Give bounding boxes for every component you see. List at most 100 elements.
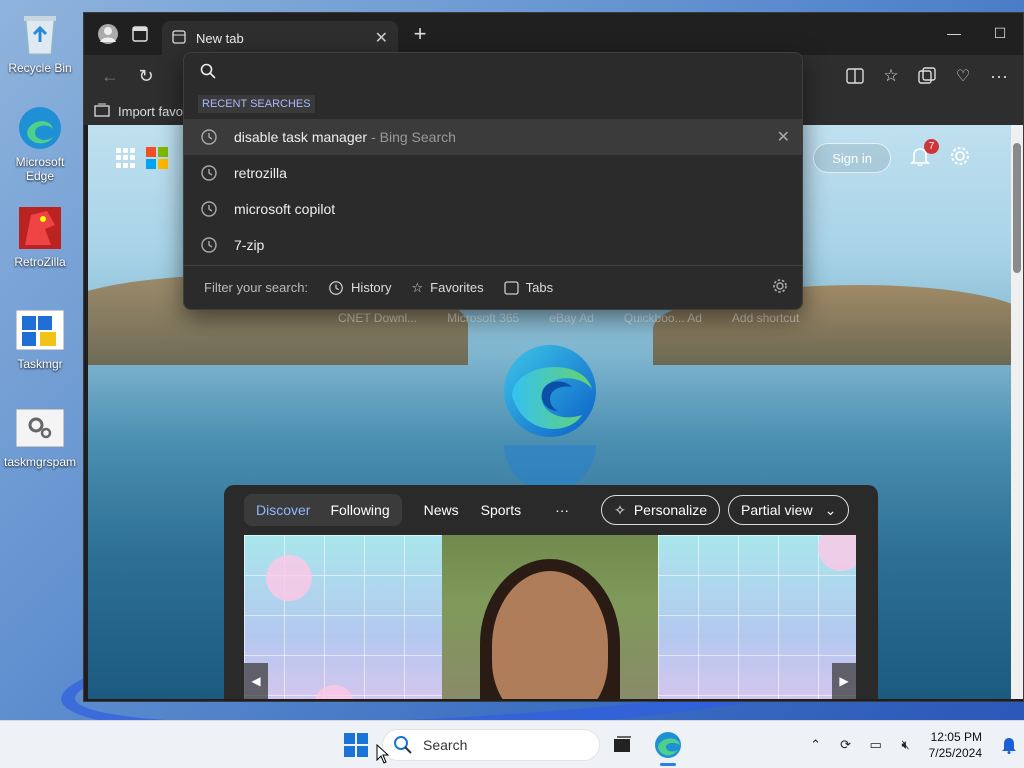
sign-in-button[interactable]: Sign in xyxy=(813,143,891,173)
task-view-icon[interactable] xyxy=(610,733,634,757)
recent-searches-header: RECENT SEARCHES xyxy=(198,95,315,113)
retrozilla-icon xyxy=(16,204,64,252)
page-settings-gear-icon[interactable] xyxy=(949,145,971,170)
filter-favorites[interactable]: ☆ Favorites xyxy=(412,280,484,296)
shortcut-row: CNET Downl... Microsoft 365 eBay Ad Quic… xyxy=(338,311,799,325)
sparkle-icon: ✧ xyxy=(614,501,626,518)
recent-search-text: disable task manager xyxy=(234,129,368,145)
desktop-icon-retrozilla[interactable]: RetroZilla xyxy=(4,204,76,269)
recycle-bin-icon xyxy=(16,10,64,58)
minimize-button[interactable]: — xyxy=(931,13,977,53)
workspaces-icon[interactable] xyxy=(124,18,156,50)
close-tab-icon[interactable]: ✕ xyxy=(375,28,388,48)
tab-new-tab[interactable]: New tab ✕ xyxy=(162,21,398,55)
new-tab-button[interactable]: + xyxy=(404,18,436,50)
mouse-cursor-icon xyxy=(376,744,390,764)
filter-history[interactable]: History xyxy=(328,280,392,296)
desktop-icon-edge[interactable]: Microsoft Edge xyxy=(4,104,76,183)
windows-start-icon[interactable] xyxy=(342,731,370,759)
shortcut-label[interactable]: Quickboo... Ad xyxy=(624,311,702,325)
recent-search-item[interactable]: retrozilla xyxy=(184,155,802,191)
feed-card-right[interactable] xyxy=(658,535,856,699)
tabs-icon xyxy=(503,280,519,295)
clock-time: 12:05 PM xyxy=(930,730,982,744)
star-icon: ☆ xyxy=(411,279,424,295)
recent-search-item[interactable]: disable task manager - Bing Search ✕ xyxy=(184,119,802,155)
back-icon[interactable]: ← xyxy=(92,60,128,92)
recent-search-item[interactable]: 7-zip xyxy=(184,227,802,263)
maximize-button[interactable]: ☐ xyxy=(977,13,1023,53)
page-scrollbar[interactable] xyxy=(1011,125,1023,699)
filter-label: Filter your search: xyxy=(204,280,309,295)
recent-search-text: microsoft copilot xyxy=(234,201,336,217)
address-input[interactable] xyxy=(226,64,766,80)
taskbar-edge-icon[interactable] xyxy=(654,731,682,759)
search-settings-gear-icon[interactable] xyxy=(772,278,788,297)
partial-view-label: Partial view xyxy=(740,502,813,518)
personalize-button[interactable]: ✧ Personalize xyxy=(601,495,720,525)
partial-view-dropdown[interactable]: Partial view ⌄ xyxy=(727,495,850,525)
tab-discover[interactable]: Discover xyxy=(246,496,320,524)
notification-badge: 7 xyxy=(924,139,939,154)
filter-favorites-label: Favorites xyxy=(430,280,484,295)
recent-search-text: 7-zip xyxy=(234,237,265,253)
search-icon xyxy=(394,736,412,754)
chevron-down-icon: ⌄ xyxy=(824,501,837,518)
recent-search-item[interactable]: microsoft copilot xyxy=(184,191,802,227)
desktop-icon-label: Recycle Bin xyxy=(8,61,72,75)
tab-sports[interactable]: Sports xyxy=(481,502,521,518)
shortcut-label[interactable]: Microsoft 365 xyxy=(447,311,519,325)
desktop-icon-recycle-bin[interactable]: Recycle Bin xyxy=(4,10,76,75)
taskbar-search-box[interactable]: Search xyxy=(382,729,600,761)
feed-card-photo[interactable] xyxy=(442,535,658,699)
feed-card-left[interactable] xyxy=(244,535,442,699)
carousel-prev-icon[interactable]: ◀ xyxy=(244,663,268,699)
browser-essentials-icon[interactable]: ♡ xyxy=(945,60,981,92)
more-menu-icon[interactable]: ··· xyxy=(981,60,1017,92)
scrollbar-thumb[interactable] xyxy=(1013,143,1021,273)
desktop-icon-label: RetroZilla xyxy=(14,255,66,269)
carousel-next-icon[interactable]: ▶ xyxy=(832,663,856,699)
history-icon xyxy=(201,237,217,253)
update-icon[interactable]: ⟳ xyxy=(831,737,861,753)
recent-search-source: - Bing Search xyxy=(371,129,456,145)
favorites-icon[interactable]: ☆ xyxy=(873,60,909,92)
feed-segment: Discover Following xyxy=(244,494,402,526)
collections-icon[interactable] xyxy=(909,60,945,92)
network-icon[interactable]: ▭ xyxy=(861,737,891,753)
remove-item-icon[interactable]: ✕ xyxy=(777,127,790,147)
feed-cards: ◀ ▶ xyxy=(244,535,856,699)
tab-bar: New tab ✕ + — ☐ xyxy=(84,13,1023,55)
edge-logo-icon xyxy=(504,345,596,437)
taskbar: Search ⌃ ⟳ ▭ 🔇︎ 12:05 PM 7/25/2024 xyxy=(0,720,1024,768)
import-icon xyxy=(94,103,110,120)
chevron-up-icon[interactable]: ⌃ xyxy=(801,737,831,753)
shortcut-label[interactable]: CNET Downl... xyxy=(338,311,417,325)
refresh-icon[interactable]: ↻ xyxy=(128,60,164,92)
clock[interactable]: 12:05 PM 7/25/2024 xyxy=(929,729,982,761)
apps-launcher-icon[interactable] xyxy=(116,148,136,168)
desktop-icon-taskmgr[interactable]: Taskmgr xyxy=(4,306,76,371)
profile-avatar-icon[interactable] xyxy=(92,18,124,50)
notifications-bell-icon[interactable]: 7 xyxy=(909,139,939,170)
volume-muted-icon[interactable]: 🔇︎ xyxy=(891,737,921,753)
system-tray: ⌃ ⟳ ▭ 🔇︎ 12:05 PM 7/25/2024 xyxy=(801,721,1024,768)
history-icon xyxy=(201,165,217,181)
edge-icon xyxy=(16,104,64,152)
notification-bell-icon[interactable] xyxy=(994,736,1024,754)
desktop-icon-label: Taskmgr xyxy=(17,357,63,371)
filter-tabs[interactable]: Tabs xyxy=(503,280,553,295)
tab-following[interactable]: Following xyxy=(320,496,399,524)
feed-more-button[interactable]: ··· xyxy=(555,502,569,518)
tab-news[interactable]: News xyxy=(424,502,459,518)
import-favorites-link[interactable]: Import favo xyxy=(118,104,183,119)
taskmgr-icon xyxy=(16,306,64,354)
feed-nav: Discover Following News Sports ··· ✧ Per… xyxy=(244,494,858,526)
address-bar[interactable] xyxy=(184,53,802,91)
shortcut-label[interactable]: eBay Ad xyxy=(549,311,594,325)
split-screen-icon[interactable] xyxy=(837,60,873,92)
filter-bar: Filter your search: History ☆ Favorites … xyxy=(184,265,802,309)
desktop-icon-taskmgrspam[interactable]: taskmgrspam xyxy=(4,404,76,469)
shortcut-label[interactable]: Add shortcut xyxy=(732,311,799,325)
filter-history-label: History xyxy=(351,280,392,295)
